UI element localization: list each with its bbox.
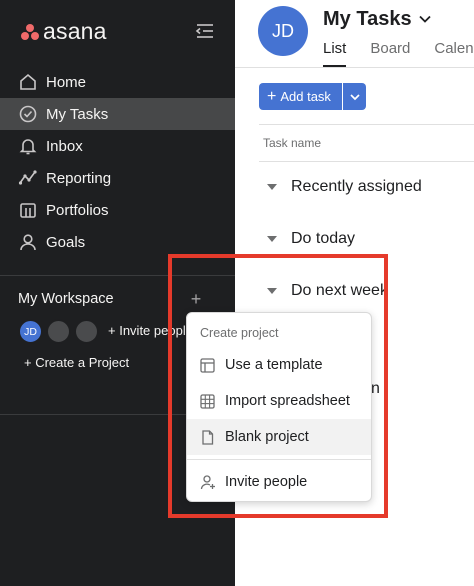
caret-down-icon[interactable] (267, 288, 277, 294)
sidebar-item-portfolios[interactable]: Portfolios (0, 194, 235, 226)
sidebar-item-goals[interactable]: Goals (0, 226, 235, 258)
header-divider (259, 161, 474, 162)
section-do-today[interactable]: Do today (267, 230, 355, 248)
plus-icon: + (108, 323, 120, 338)
add-task-dropdown-button[interactable] (343, 83, 366, 110)
tab-list[interactable]: List (323, 40, 347, 67)
folder-icon (18, 200, 38, 220)
sidebar-item-my-tasks[interactable]: My Tasks (0, 98, 235, 130)
create-project-menu: Create project Use a template Import spr… (186, 312, 372, 502)
template-icon (199, 357, 216, 374)
menu-item-invite-people[interactable]: Invite people (187, 464, 371, 500)
page-title: My Tasks (323, 8, 412, 30)
toolbar-divider (259, 124, 474, 125)
line-graph-icon (18, 168, 38, 188)
tab-board[interactable]: Board (370, 40, 410, 67)
asana-logo[interactable]: asana (20, 18, 107, 45)
menu-item-blank-project[interactable]: Blank project (187, 419, 371, 455)
check-circle-icon (18, 104, 38, 124)
add-task-button[interactable]: + Add task (259, 83, 342, 110)
sidebar-item-label: Portfolios (46, 201, 109, 219)
sidebar-item-label: My Tasks (46, 105, 109, 123)
sidebar-item-label: Reporting (46, 169, 112, 187)
collapse-sidebar-icon[interactable] (195, 22, 215, 40)
sidebar-divider (0, 275, 235, 276)
sidebar-item-inbox[interactable]: Inbox (0, 130, 235, 162)
spreadsheet-icon (199, 393, 216, 410)
sidebar-item-label: Home (46, 73, 87, 91)
user-avatar[interactable]: JD (258, 6, 308, 56)
document-icon (199, 429, 216, 446)
sidebar-item-label: Goals (46, 233, 86, 251)
asana-logo-icon (20, 23, 40, 41)
view-tabs: List Board Calendar (323, 40, 474, 67)
invite-people-link[interactable]: + Invite people (108, 323, 186, 338)
avatar[interactable]: JD (18, 319, 43, 344)
logo-text: asana (43, 18, 107, 44)
workspace-title[interactable]: My Workspace (18, 291, 114, 307)
chevron-down-icon[interactable] (418, 12, 432, 26)
plus-icon: + (267, 87, 277, 105)
create-project-link[interactable]: + Create a Project (24, 355, 129, 370)
sidebar-item-reporting[interactable]: Reporting (0, 162, 235, 194)
add-person-icon (199, 474, 216, 491)
avatar-placeholder (46, 319, 71, 344)
section-recently-assigned[interactable]: Recently assigned (267, 178, 422, 196)
column-header-task-name[interactable]: Task name (263, 136, 321, 150)
add-project-plus-icon[interactable]: + (188, 290, 204, 308)
partial-section-text: n (371, 380, 380, 397)
menu-item-use-template[interactable]: Use a template (187, 347, 371, 383)
section-do-next-week[interactable]: Do next week (267, 282, 388, 300)
sidebar-item-label: Inbox (46, 137, 83, 155)
menu-item-import-spreadsheet[interactable]: Import spreadsheet (187, 383, 371, 419)
home-icon (18, 72, 38, 92)
avatar-placeholder (74, 319, 99, 344)
caret-down-icon[interactable] (267, 184, 277, 190)
workspace-members[interactable]: JD (18, 319, 102, 344)
menu-divider (187, 459, 371, 460)
bell-icon (18, 136, 38, 156)
caret-down-icon[interactable] (267, 236, 277, 242)
sidebar-item-home[interactable]: Home (0, 66, 235, 98)
sidebar-nav: Home My Tasks Inbox Reporting Portfolios… (0, 66, 235, 258)
chevron-down-icon (349, 93, 360, 100)
plus-icon: + (24, 355, 36, 370)
menu-header: Create project (200, 326, 279, 340)
tabs-divider (235, 67, 474, 68)
person-icon (18, 232, 38, 252)
tab-calendar[interactable]: Calendar (434, 40, 474, 67)
